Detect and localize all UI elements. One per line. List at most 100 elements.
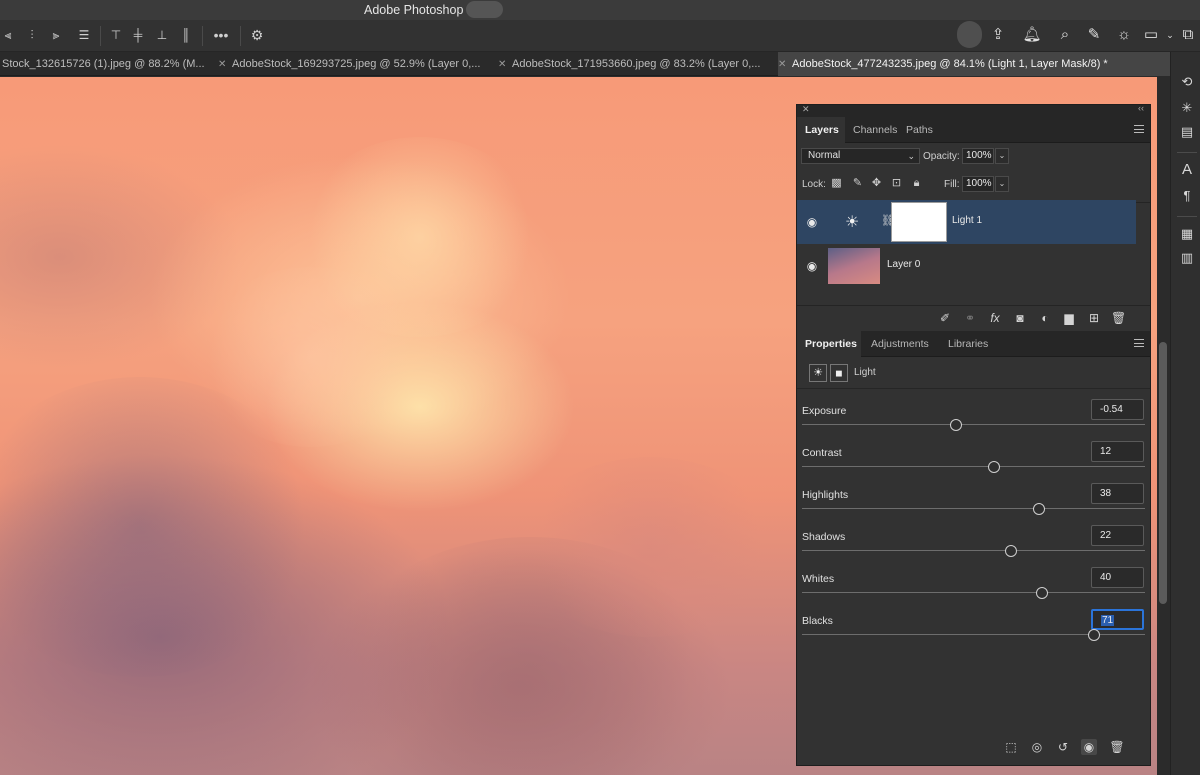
align-left-icon[interactable]: ⫷: [0, 28, 16, 42]
slider-handle[interactable]: [988, 461, 1001, 473]
new-layer-icon[interactable]: ⊞: [1087, 311, 1101, 325]
eye-icon[interactable]: ◉: [805, 259, 819, 273]
slider-value-input[interactable]: -0.54: [1091, 399, 1144, 420]
search-icon[interactable]: ⌕: [1055, 25, 1075, 45]
paragraph-icon[interactable]: ¶: [1179, 188, 1195, 204]
title-pill[interactable]: [466, 1, 503, 18]
notes-icon[interactable]: ▥: [1179, 250, 1195, 266]
layer-comps-icon[interactable]: ▦: [1179, 226, 1195, 242]
slider-handle[interactable]: [950, 419, 963, 431]
layer-row-layer-0[interactable]: ◉ Layer 0: [797, 244, 1136, 288]
tab-libraries[interactable]: Libraries: [940, 331, 996, 357]
tab-channels[interactable]: Channels: [845, 117, 905, 143]
comment-icon[interactable]: ✎: [1084, 25, 1104, 45]
doc-tab-active[interactable]: ✕ AdobeStock_477243235.jpeg @ 84.1% (Ligh…: [778, 52, 1170, 76]
slider-value-input[interactable]: 22: [1091, 525, 1144, 546]
align-middle-icon[interactable]: ╪: [130, 28, 146, 42]
close-icon[interactable]: ✕: [778, 53, 792, 76]
properties-header: ☀ ◼ Light: [797, 357, 1150, 389]
doc-tab[interactable]: ✕ AdobeStock_171953660.jpeg @ 83.2% (Laye…: [498, 52, 780, 76]
brush-settings-icon[interactable]: ✳: [1179, 100, 1195, 116]
opacity-input[interactable]: 100%: [962, 148, 994, 164]
adjustment-layer-icon[interactable]: ◐: [1038, 311, 1052, 325]
comments-icon[interactable]: ▤: [1179, 124, 1195, 140]
align-center-icon[interactable]: ⫶: [24, 28, 40, 42]
slider-track[interactable]: [802, 466, 1145, 467]
slider-handle[interactable]: [1032, 503, 1045, 515]
scrollbar-thumb[interactable]: [1159, 342, 1167, 604]
close-icon[interactable]: ✕: [218, 53, 232, 76]
workspace-icon[interactable]: ▭: [1141, 25, 1161, 45]
eye-icon[interactable]: ◉: [805, 215, 819, 229]
share-icon[interactable]: ⇪: [988, 25, 1008, 45]
layer-mask-thumbnail[interactable]: [891, 202, 947, 242]
canvas-scrollbar[interactable]: [1157, 77, 1170, 775]
reset-icon[interactable]: ↺: [1055, 739, 1071, 755]
slider-value-input[interactable]: 40: [1091, 567, 1144, 588]
more-icon[interactable]: •••: [213, 28, 229, 42]
mask-icon[interactable]: ◼: [830, 364, 848, 382]
character-icon[interactable]: A: [1179, 162, 1195, 178]
view-previous-icon[interactable]: ◎: [1029, 739, 1045, 755]
arrange-icon[interactable]: ⧉: [1178, 25, 1198, 45]
doc-tab[interactable]: Stock_132615726 (1).jpeg @ 88.2% (M...: [0, 52, 222, 76]
fill-label: Fill:: [944, 179, 960, 190]
doc-tab[interactable]: ✕ AdobeStock_169293725.jpeg @ 52.9% (Laye…: [218, 52, 500, 76]
light-adjustment-icon[interactable]: ☀: [809, 364, 827, 382]
chevron-down-icon[interactable]: ⌄: [995, 176, 1009, 192]
distribute-vertical-icon[interactable]: ║: [178, 28, 194, 42]
visibility-icon[interactable]: ◉: [1081, 739, 1097, 755]
slider-track[interactable]: [802, 424, 1145, 425]
slider-track[interactable]: [802, 592, 1145, 593]
doc-tab-label: Stock_132615726 (1).jpeg @ 88.2% (M...: [2, 58, 205, 70]
slider-track[interactable]: [802, 508, 1145, 509]
lightbulb-icon[interactable]: ☼: [1114, 25, 1134, 45]
trash-icon[interactable]: 🗑︎: [1109, 739, 1125, 755]
tab-properties[interactable]: Properties: [797, 331, 861, 357]
close-icon[interactable]: ✕: [802, 104, 810, 115]
slider-track[interactable]: [802, 550, 1145, 551]
clip-to-layer-icon[interactable]: ⬚: [1003, 739, 1019, 755]
slider-handle[interactable]: [1036, 587, 1049, 599]
slider-value-input[interactable]: 38: [1091, 483, 1144, 504]
align-bottom-icon[interactable]: ⊥: [154, 28, 170, 42]
tab-layers[interactable]: Layers: [797, 117, 845, 143]
align-right-icon[interactable]: ⫸: [48, 28, 64, 42]
slider-handle[interactable]: [1087, 629, 1100, 641]
slider-value-input[interactable]: 12: [1091, 441, 1144, 462]
align-top-icon[interactable]: ⊤: [108, 28, 124, 42]
history-icon[interactable]: ⟲: [1179, 74, 1195, 90]
lock-artboard-icon[interactable]: ⊡: [890, 177, 903, 190]
chevron-down-icon[interactable]: ⌄: [1160, 25, 1180, 45]
fx-icon[interactable]: fx: [988, 311, 1002, 325]
collapse-icon[interactable]: ‹‹: [1138, 103, 1144, 113]
divider: [202, 26, 203, 46]
brush-icon[interactable]: ✐: [938, 311, 952, 325]
chevron-down-icon[interactable]: ⌄: [995, 148, 1009, 164]
blend-mode-select[interactable]: Normal ⌄: [801, 148, 920, 164]
slider-handle[interactable]: [1005, 545, 1018, 557]
lock-position-icon[interactable]: ✥: [870, 177, 883, 190]
distribute-icon[interactable]: ☰: [76, 28, 92, 42]
tab-paths[interactable]: Paths: [898, 117, 941, 143]
properties-tabs: Properties Adjustments Libraries: [797, 331, 1150, 357]
trash-icon[interactable]: 🗑︎: [1111, 311, 1126, 325]
panel-menu-icon[interactable]: [1134, 125, 1144, 133]
cloud-status-icon[interactable]: [957, 21, 982, 48]
bell-icon[interactable]: 🔔︎: [1022, 25, 1042, 45]
layers-tabs: Layers Channels Paths: [797, 117, 1150, 143]
lock-transparent-icon[interactable]: ▩: [830, 177, 843, 190]
lock-pixels-icon[interactable]: ✎: [851, 177, 864, 190]
slider-value-input[interactable]: 71: [1091, 609, 1144, 630]
link-layers-icon[interactable]: ⚭: [963, 311, 977, 325]
fill-input[interactable]: 100%: [962, 176, 994, 192]
layer-row-light-1[interactable]: ◉ ☀ ⛓ Light 1: [797, 200, 1136, 244]
add-mask-icon[interactable]: ◙: [1013, 311, 1027, 325]
panel-menu-icon[interactable]: [1134, 339, 1144, 347]
gear-icon[interactable]: ⚙: [249, 28, 265, 42]
tab-adjustments[interactable]: Adjustments: [863, 331, 937, 357]
folder-icon[interactable]: ▆: [1062, 311, 1076, 325]
close-icon[interactable]: ✕: [498, 53, 512, 76]
slider-value: -0.54: [1100, 404, 1123, 415]
lock-all-icon[interactable]: 🔒︎: [910, 177, 923, 190]
